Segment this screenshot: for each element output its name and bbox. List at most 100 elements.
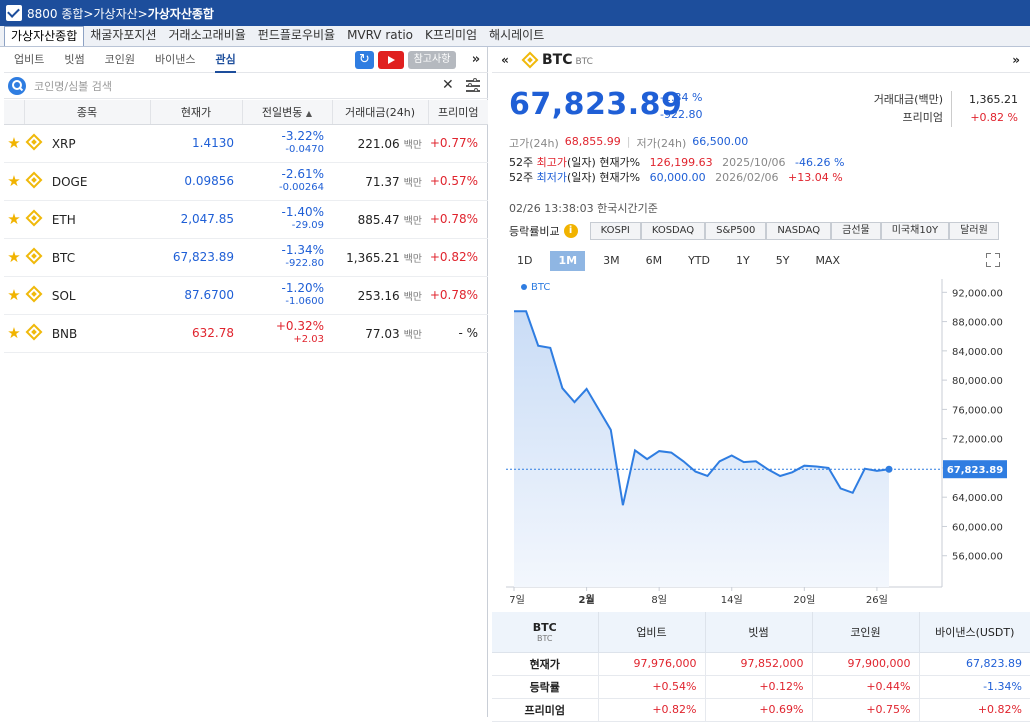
tab-binance[interactable]: 바이낸스 — [155, 47, 195, 73]
header-symbol[interactable]: 종목 — [24, 100, 151, 125]
clear-icon[interactable]: ✕ — [442, 77, 454, 93]
menu-item-fund-flow[interactable]: 펀드플로우비율 — [252, 26, 341, 46]
range-3m[interactable]: 3M — [595, 251, 628, 271]
menu-item-mvrv[interactable]: MVRV ratio — [341, 26, 419, 46]
52w-low-price: 60,000.00 — [649, 171, 706, 184]
volume-cell: 71.37 백만 — [332, 162, 428, 201]
exchange-cell: +0.75% — [812, 698, 920, 722]
tab-upbit[interactable]: 업비트 — [14, 47, 44, 73]
range-ytd[interactable]: YTD — [680, 251, 718, 271]
compare-nasdaq[interactable]: NASDAQ — [766, 222, 832, 240]
star-icon[interactable]: ★ — [7, 172, 20, 190]
star-icon[interactable]: ★ — [7, 286, 20, 304]
current-price-label: 67,823.89 — [947, 465, 1003, 476]
range-max[interactable]: MAX — [807, 251, 848, 271]
star-icon[interactable]: ★ — [7, 324, 20, 342]
timestamp: 02/26 13:38:03 한국시간기준 — [509, 202, 658, 215]
table-row[interactable]: ★ BTC 67,823.89 -1.34% -922.80 1,365.21 백만 +0.… — [4, 238, 488, 277]
divider: | — [626, 135, 631, 148]
volume-cell: 253.16 백만 — [332, 276, 428, 315]
search-input[interactable] — [34, 79, 434, 93]
range-1d[interactable]: 1D — [509, 251, 540, 271]
change-cell: -1.20% -1.0600 — [242, 276, 332, 315]
menu-item-crypto-overview[interactable]: 가상자산종합 — [4, 26, 85, 46]
compare-gold[interactable]: 금선물 — [831, 222, 881, 240]
binance-icon — [521, 51, 539, 68]
compare-kosdaq[interactable]: KOSDAQ — [640, 222, 706, 240]
range-6m[interactable]: 6M — [638, 251, 671, 271]
header-premium[interactable]: 프리미엄 — [428, 100, 488, 125]
window-code: 8800 종합>가상자산> — [27, 6, 148, 21]
header-volume[interactable]: 거래대금(24h) — [332, 100, 429, 125]
exchange-cell: +0.82% — [598, 698, 706, 722]
collapse-left-icon[interactable]: « — [496, 53, 514, 67]
reference-button[interactable]: 참고사항 — [408, 51, 456, 69]
menu-item-exchange-whale[interactable]: 거래소고래비율 — [163, 26, 252, 46]
info-icon[interactable]: i — [563, 224, 578, 238]
coin-change-pct: -1.40% — [281, 205, 324, 219]
header-price[interactable]: 현재가 — [150, 100, 243, 125]
corner-name: BTC — [532, 620, 557, 634]
52w-low-pct: +13.04 % — [788, 171, 843, 184]
range-selector: 1D 1M 3M 6M YTD 1Y 5Y MAX — [509, 251, 858, 271]
x-tick-label: 20일 — [793, 594, 815, 605]
high-value: 68,855.99 — [564, 135, 621, 148]
window-title: 가상자산종합 — [147, 6, 214, 21]
table-row[interactable]: ★ XRP 1.4130 -3.22% -0.0470 221.06 백만 +0.77% — [4, 124, 488, 163]
52w-low-post: (일자) 현재가% — [567, 171, 641, 184]
youtube-icon[interactable] — [378, 51, 404, 69]
y-tick-label: 64,000.00 — [952, 493, 1003, 504]
menu-item-miner-position[interactable]: 채굴자포지션 — [84, 26, 162, 46]
high-low-24h: 고가(24h) 68,855.99 | 저가(24h) 66,500.00 — [509, 135, 748, 151]
coin-price: 2,047.85 — [150, 200, 242, 239]
exchange-cell: 67,823.89 — [919, 652, 1030, 676]
tab-watchlist[interactable]: 관심 — [215, 47, 236, 73]
y-tick-label: 60,000.00 — [952, 522, 1003, 533]
search-icon — [8, 77, 26, 95]
coin-premium: - % — [428, 314, 488, 353]
tab-coinone[interactable]: 코인원 — [105, 47, 135, 73]
fullscreen-icon[interactable] — [986, 253, 1000, 267]
menu-item-k-premium[interactable]: K프리미엄 — [419, 26, 483, 46]
compare-bar: 등락률비교 i KOSPI KOSDAQ S&P500 NASDAQ 금선물 미… — [509, 222, 999, 240]
exchange-header-upbit: 업비트 — [598, 612, 706, 653]
volume-unit: 백만 — [403, 139, 422, 151]
coin-symbol: ETH — [51, 212, 76, 227]
compare-sp500[interactable]: S&P500 — [705, 222, 767, 240]
star-icon[interactable]: ★ — [7, 210, 20, 228]
star-icon[interactable]: ★ — [7, 134, 20, 152]
coin-change-pct: -3.22% — [281, 129, 324, 143]
volume-unit: 백만 — [403, 291, 422, 303]
exchange-cell: +0.82% — [919, 698, 1030, 722]
y-tick-label: 92,000.00 — [952, 288, 1003, 299]
table-row[interactable]: ★ SOL 87.6700 -1.20% -1.0600 253.16 백만 +0.78% — [4, 276, 488, 315]
header-change[interactable]: 전일변동 ▲ — [242, 100, 333, 125]
filter-settings-icon[interactable] — [466, 78, 480, 92]
corner-sub: BTC — [537, 633, 553, 643]
range-1m[interactable]: 1M — [550, 251, 586, 271]
compare-usdkrw[interactable]: 달러원 — [949, 222, 999, 240]
range-1y[interactable]: 1Y — [728, 251, 758, 271]
table-row[interactable]: ★ DOGE 0.09856 -2.61% -0.00264 71.37 백만 +0.57% — [4, 162, 488, 201]
price-chart[interactable]: 92,000.00 88,000.00 84,000.00 80,000.00 76,0… — [492, 275, 1030, 605]
window-checkbox-icon[interactable] — [6, 5, 22, 21]
table-row[interactable]: ★ ETH 2,047.85 -1.40% -29.09 885.47 백만 +0.78% — [4, 200, 488, 239]
low-label: 저가(24h) — [636, 137, 687, 150]
star-icon[interactable]: ★ — [7, 248, 20, 266]
compare-us10y[interactable]: 미국채10Y — [880, 222, 950, 240]
coin-volume: 221.06 — [357, 136, 400, 151]
y-tick-label: 76,000.00 — [952, 405, 1003, 416]
table-row[interactable]: ★ BNB 632.78 +0.32% +2.03 77.03 백만 - % — [4, 314, 488, 353]
x-tick-label: 14일 — [721, 594, 743, 605]
coin-symbol: SOL — [51, 288, 76, 303]
coin-volume: 885.47 — [357, 212, 400, 227]
expand-right-icon[interactable]: » — [466, 51, 486, 69]
compare-kospi[interactable]: KOSPI — [589, 222, 641, 240]
expand-icon[interactable]: » — [1012, 53, 1020, 67]
menu-item-hashrate[interactable]: 해시레이트 — [483, 26, 550, 46]
refresh-icon[interactable]: ↻ — [355, 51, 374, 69]
exchange-tabs: 업비트 빗썸 코인원 바이낸스 관심 ↻ 참고사항 » — [4, 47, 488, 73]
tab-bithumb[interactable]: 빗썸 — [64, 47, 84, 73]
price-change-pct: -1.34 % — [660, 91, 703, 104]
range-5y[interactable]: 5Y — [768, 251, 798, 271]
